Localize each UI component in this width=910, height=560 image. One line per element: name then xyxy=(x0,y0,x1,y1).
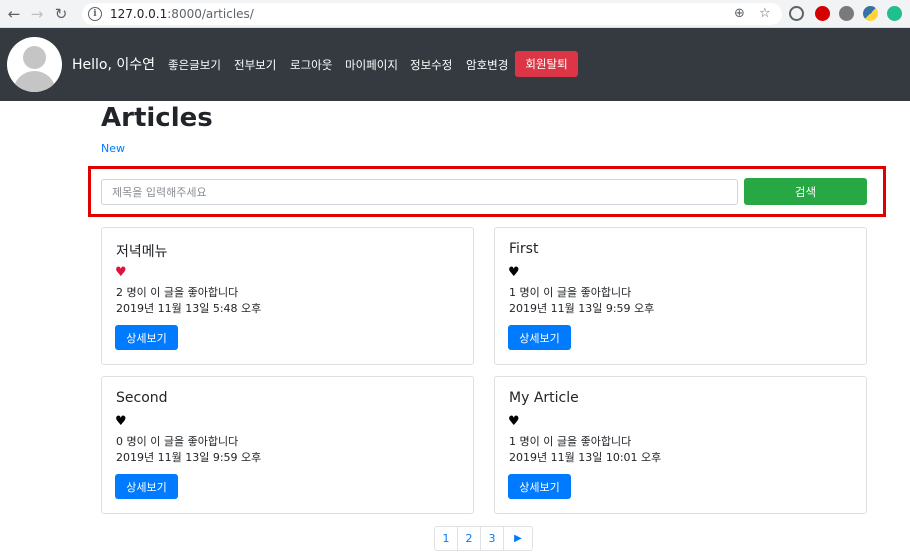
page-link-2[interactable]: 2 xyxy=(458,527,481,550)
top-navbar: Hello, 이수연 좋은글보기 전부보기 로그아웃 마이페이지 정보수정 암호… xyxy=(0,28,910,101)
greeting-text: Hello, 이수연 xyxy=(72,57,156,73)
info-icon[interactable]: i xyxy=(88,7,102,21)
bookmark-star-icon[interactable]: ☆ xyxy=(759,6,771,21)
profile-extension-icon[interactable] xyxy=(887,6,902,21)
avatar-head xyxy=(23,46,46,69)
zoom-icon[interactable]: ⊕ xyxy=(734,6,745,21)
article-card: Second ♥ 0 명이 이 글을 좋아합니다 2019년 11월 13일 9… xyxy=(101,376,474,514)
article-title: First xyxy=(509,241,539,257)
avatar-body xyxy=(13,71,56,92)
nav-link-logout[interactable]: 로그아웃 xyxy=(290,57,332,73)
article-title: Second xyxy=(116,390,168,406)
adblock-extension-icon[interactable] xyxy=(815,6,830,21)
like-count-text: 0 명이 이 글을 좋아합니다 xyxy=(116,435,239,448)
article-date: 2019년 11월 13일 5:48 오후 xyxy=(116,302,262,315)
article-date: 2019년 11월 13일 9:59 오후 xyxy=(509,302,655,315)
article-title: 저녁메뉴 xyxy=(116,244,168,260)
url-path: :8000/articles/ xyxy=(167,7,254,21)
python-extension-icon[interactable] xyxy=(863,6,878,21)
search-input[interactable] xyxy=(101,179,738,205)
address-bar[interactable]: i 127.0.0.1:8000/articles/ ⊕ ☆ xyxy=(82,3,782,25)
back-arrow-icon[interactable]: ← xyxy=(4,4,24,24)
next-page-icon[interactable]: ▶ xyxy=(504,527,532,550)
heart-icon[interactable]: ♥ xyxy=(508,266,520,279)
heart-icon[interactable]: ♥ xyxy=(115,266,127,279)
like-count-text: 1 명이 이 글을 좋아합니다 xyxy=(509,435,632,448)
extension-icon[interactable] xyxy=(789,6,804,21)
detail-button[interactable]: 상세보기 xyxy=(115,474,178,499)
withdraw-button[interactable]: 회원탈퇴 xyxy=(515,51,578,77)
detail-button[interactable]: 상세보기 xyxy=(508,325,571,350)
like-count-text: 2 명이 이 글을 좋아합니다 xyxy=(116,286,239,299)
page-link-1[interactable]: 1 xyxy=(435,527,458,550)
search-button[interactable]: 검색 xyxy=(744,178,867,205)
article-title: My Article xyxy=(509,390,579,406)
reload-icon[interactable]: ↻ xyxy=(51,4,71,24)
forward-arrow-icon[interactable]: → xyxy=(27,4,47,24)
nav-link-good-posts[interactable]: 좋은글보기 xyxy=(168,57,221,73)
like-count-text: 1 명이 이 글을 좋아합니다 xyxy=(509,286,632,299)
nav-link-mypage[interactable]: 마이페이지 xyxy=(345,57,398,73)
article-card: First ♥ 1 명이 이 글을 좋아합니다 2019년 11월 13일 9:… xyxy=(494,227,867,365)
article-date: 2019년 11월 13일 10:01 오후 xyxy=(509,451,662,464)
article-card: My Article ♥ 1 명이 이 글을 좋아합니다 2019년 11월 1… xyxy=(494,376,867,514)
url-host: 127.0.0.1 xyxy=(110,7,168,21)
heart-icon[interactable]: ♥ xyxy=(115,415,127,428)
article-date: 2019년 11월 13일 9:59 오후 xyxy=(116,451,262,464)
page-title: Articles xyxy=(101,103,213,133)
extension-icon[interactable] xyxy=(839,6,854,21)
detail-button[interactable]: 상세보기 xyxy=(115,325,178,350)
nav-link-all-posts[interactable]: 전부보기 xyxy=(234,57,276,73)
avatar[interactable] xyxy=(7,37,62,92)
browser-toolbar: ← → ↻ i 127.0.0.1:8000/articles/ ⊕ ☆ xyxy=(0,0,910,28)
nav-link-change-password[interactable]: 암호변경 xyxy=(466,57,508,73)
article-card: 저녁메뉴 ♥ 2 명이 이 글을 좋아합니다 2019년 11월 13일 5:4… xyxy=(101,227,474,365)
detail-button[interactable]: 상세보기 xyxy=(508,474,571,499)
nav-link-edit-profile[interactable]: 정보수정 xyxy=(410,57,452,73)
heart-icon[interactable]: ♥ xyxy=(508,415,520,428)
new-article-link[interactable]: New xyxy=(101,142,125,155)
pagination: 1 2 3 ▶ xyxy=(434,526,533,551)
page-link-3[interactable]: 3 xyxy=(481,527,504,550)
